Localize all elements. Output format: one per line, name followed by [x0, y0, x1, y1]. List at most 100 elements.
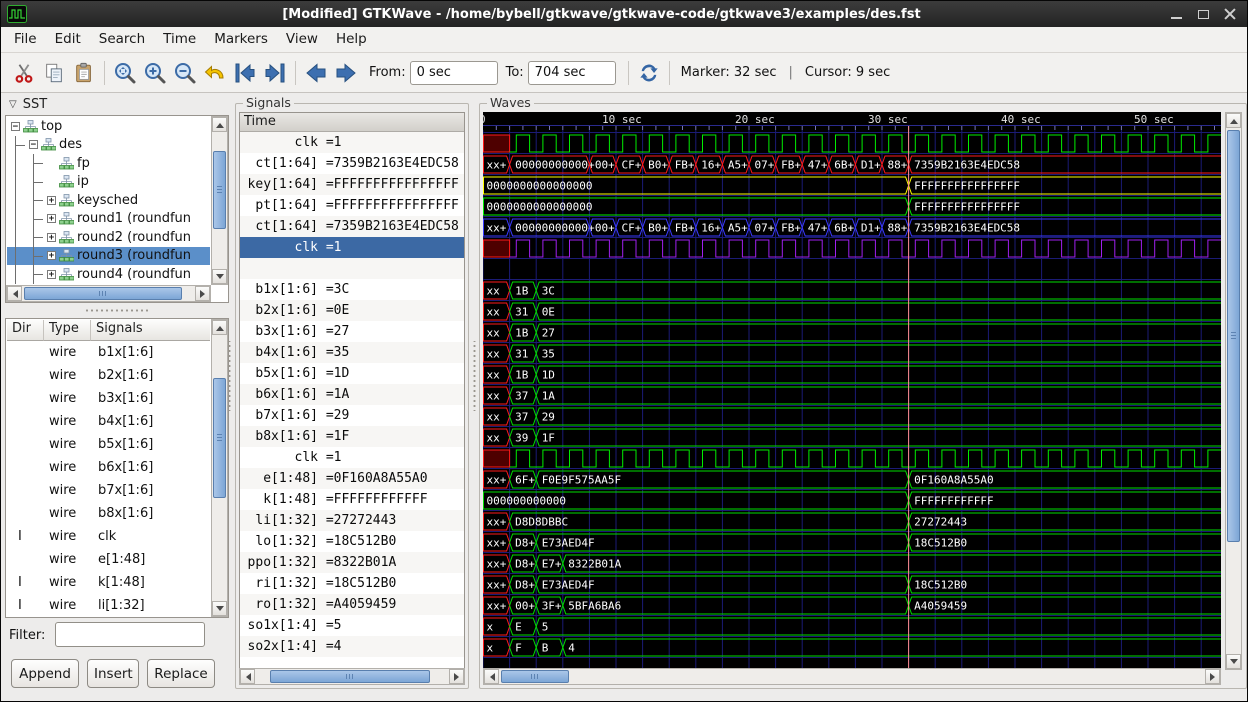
scroll-down-arrow[interactable]	[212, 269, 227, 284]
collapse-icon[interactable]: −	[11, 122, 20, 131]
signals-horizontal-scrollbar[interactable]	[239, 668, 465, 685]
table-row[interactable]: wireb4x[1:6]	[7, 410, 210, 433]
time-column-header[interactable]: Time	[240, 113, 464, 132]
from-input[interactable]	[410, 61, 498, 85]
expand-icon[interactable]: +	[47, 251, 56, 260]
scroll-down-arrow[interactable]	[212, 601, 227, 616]
menu-search[interactable]: Search	[90, 27, 154, 52]
signal-row[interactable]: clk =1	[240, 447, 464, 468]
signal-row-blank[interactable]	[240, 258, 464, 279]
menu-help[interactable]: Help	[327, 27, 376, 52]
signal-row[interactable]: b7x[1:6] =29	[240, 405, 464, 426]
scrollbar-thumb[interactable]	[24, 287, 182, 300]
tree-item-round3[interactable]: +round3 (roundfun	[7, 247, 210, 266]
table-row[interactable]: wireb2x[1:6]	[7, 364, 210, 387]
scroll-right-arrow[interactable]	[449, 669, 464, 684]
table-row[interactable]: wiree[1:48]	[7, 548, 210, 571]
copy-button[interactable]	[39, 58, 69, 88]
cut-button[interactable]	[9, 58, 39, 88]
table-row[interactable]: wireb7x[1:6]	[7, 479, 210, 502]
tree-item-round4[interactable]: +round4 (roundfun	[7, 265, 210, 284]
tree-item-round1[interactable]: +round1 (roundfun	[7, 210, 210, 229]
signal-row[interactable]: b1x[1:6] =3C	[240, 279, 464, 300]
waves-horizontal-scrollbar[interactable]	[483, 668, 1221, 685]
signal-row[interactable]: b4x[1:6] =35	[240, 342, 464, 363]
previous-edge-button[interactable]	[301, 58, 331, 88]
sst-tree-vertical-scrollbar[interactable]	[211, 116, 228, 285]
signal-row[interactable]: lo[1:32] =18C512B0	[240, 531, 464, 552]
signal-row[interactable]: li[1:32] =27272443	[240, 510, 464, 531]
scroll-up-arrow[interactable]	[212, 320, 227, 335]
signal-row[interactable]: b5x[1:6] =1D	[240, 363, 464, 384]
zoom-in-button[interactable]	[140, 58, 170, 88]
signal-row[interactable]: pt[1:64] =FFFFFFFFFFFFFFFF	[240, 195, 464, 216]
waves-vertical-scrollbar[interactable]	[1225, 112, 1242, 670]
tree-item-round2[interactable]: +round2 (roundfun	[7, 228, 210, 247]
replace-button[interactable]: Replace	[147, 659, 215, 688]
column-header-dir[interactable]: Dir	[7, 320, 44, 341]
zoom-undo-button[interactable]	[200, 58, 230, 88]
zoom-out-button[interactable]	[170, 58, 200, 88]
tree-item-top[interactable]: −top	[7, 117, 210, 136]
tree-item-des[interactable]: −des	[7, 136, 210, 155]
signal-row[interactable]: b3x[1:6] =27	[240, 321, 464, 342]
scrollbar-thumb[interactable]	[1227, 130, 1240, 542]
menu-file[interactable]: File	[5, 27, 46, 52]
signal-row[interactable]: ct[1:64] =7359B2163E4EDC58	[240, 216, 464, 237]
signal-row[interactable]: ri[1:32] =18C512B0	[240, 573, 464, 594]
signal-row[interactable]: so2x[1:4] =4	[240, 636, 464, 657]
table-row[interactable]: wireb6x[1:6]	[7, 456, 210, 479]
expand-icon[interactable]: +	[47, 196, 56, 205]
to-input[interactable]	[528, 61, 616, 85]
menu-markers[interactable]: Markers	[205, 27, 277, 52]
minimize-icon[interactable]	[1170, 8, 1183, 21]
reload-button[interactable]	[634, 58, 664, 88]
expand-icon[interactable]: +	[47, 214, 56, 223]
column-header-type[interactable]: Type	[44, 320, 91, 341]
table-row[interactable]: wireb8x[1:6]	[7, 502, 210, 525]
signal-row[interactable]: b6x[1:6] =1A	[240, 384, 464, 405]
pane-splitter-horizontal[interactable]	[5, 306, 229, 315]
pane-splitter-left[interactable]	[226, 341, 233, 411]
paste-button[interactable]	[69, 58, 99, 88]
menu-view[interactable]: View	[277, 27, 327, 52]
close-icon[interactable]	[1224, 8, 1237, 21]
signal-row[interactable]: key[1:64] =FFFFFFFFFFFFFFFF	[240, 174, 464, 195]
scroll-down-arrow[interactable]	[1226, 654, 1241, 669]
signal-row[interactable]: ro[1:32] =A4059459	[240, 594, 464, 615]
filter-input[interactable]	[55, 622, 205, 647]
sst-tree-horizontal-scrollbar[interactable]	[6, 285, 211, 302]
signal-row[interactable]: e[1:48] =0F160A8A55A0	[240, 468, 464, 489]
signal-row[interactable]: b2x[1:6] =0E	[240, 300, 464, 321]
append-button[interactable]: Append	[11, 659, 79, 688]
scroll-left-arrow[interactable]	[240, 669, 255, 684]
expand-icon[interactable]: +	[47, 270, 56, 279]
signal-row[interactable]: clk =1	[240, 237, 464, 258]
scroll-left-arrow[interactable]	[7, 286, 22, 301]
signal-row[interactable]: clk =1	[240, 132, 464, 153]
signal-row[interactable]: ct[1:64] =7359B2163E4EDC58	[240, 153, 464, 174]
insert-button[interactable]: Insert	[87, 659, 139, 688]
signal-row[interactable]: ppo[1:32] =8322B01A	[240, 552, 464, 573]
table-row[interactable]: wireb5x[1:6]	[7, 433, 210, 456]
sst-expander[interactable]: ▽ SST	[9, 97, 47, 112]
scroll-up-arrow[interactable]	[1226, 113, 1241, 128]
waveform-canvas[interactable]: 010 sec20 sec30 sec40 sec50 secxx+000000…	[483, 112, 1221, 670]
next-edge-button[interactable]	[331, 58, 361, 88]
scroll-up-arrow[interactable]	[212, 117, 227, 132]
signal-row[interactable]: so1x[1:4] =5	[240, 615, 464, 636]
signal-row[interactable]: k[1:48] =FFFFFFFFFFFF	[240, 489, 464, 510]
collapse-icon[interactable]: −	[29, 140, 38, 149]
tree-item-fp[interactable]: fp	[7, 154, 210, 173]
go-to-end-button[interactable]	[260, 58, 290, 88]
scrollbar-thumb[interactable]	[501, 670, 569, 683]
scroll-right-arrow[interactable]	[195, 286, 210, 301]
menu-edit[interactable]: Edit	[46, 27, 90, 52]
table-row[interactable]: Iwirek[1:48]	[7, 571, 210, 594]
scrollbar-thumb[interactable]	[213, 151, 226, 229]
table-row[interactable]: wireb3x[1:6]	[7, 387, 210, 410]
tree-item-keysched[interactable]: +keysched	[7, 191, 210, 210]
expand-icon[interactable]: +	[47, 233, 56, 242]
zoom-fit-button[interactable]	[110, 58, 140, 88]
pane-splitter-right[interactable]	[471, 341, 478, 411]
